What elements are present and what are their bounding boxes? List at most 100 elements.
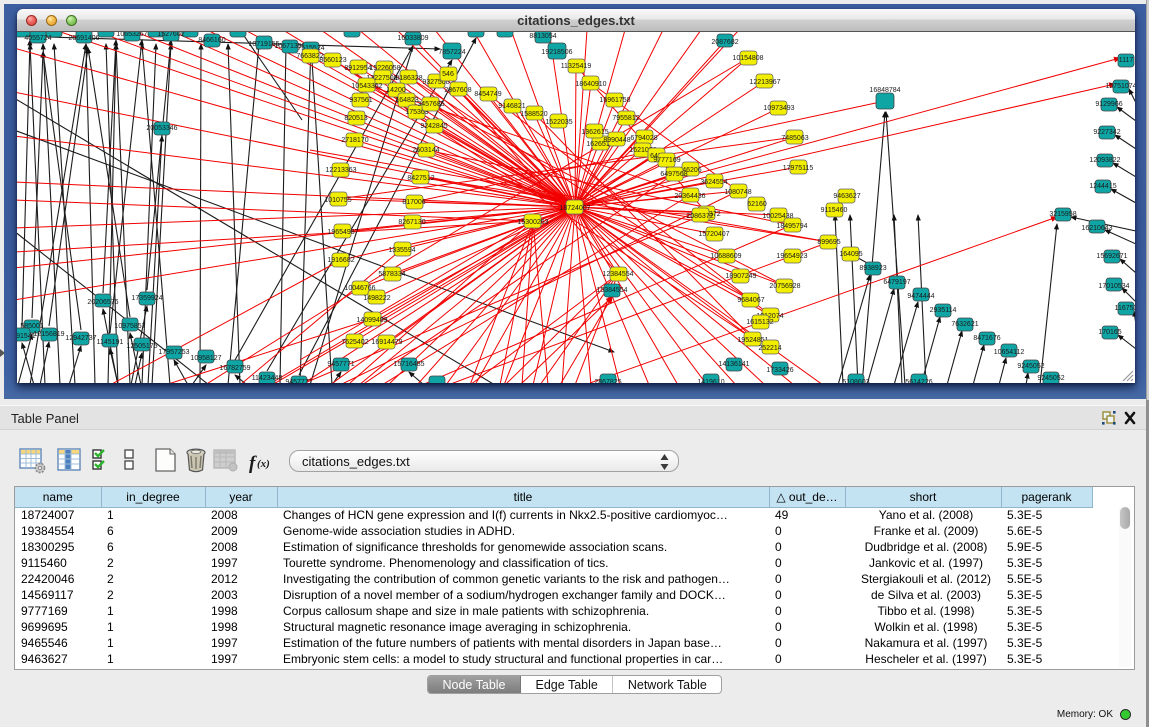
svg-text:8912954: 8912954 <box>344 65 371 72</box>
svg-text:9777169: 9777169 <box>653 157 680 164</box>
svg-text:820513: 820513 <box>344 115 367 122</box>
svg-text:20364436: 20364436 <box>674 193 705 200</box>
svg-text:15751074: 15751074 <box>1105 83 1135 90</box>
svg-text:8990448: 8990448 <box>603 137 630 144</box>
svg-text:15384554: 15384554 <box>596 287 627 294</box>
svg-text:2603144: 2603144 <box>412 147 439 154</box>
svg-text:2867608: 2867608 <box>444 87 471 94</box>
svg-text:1615132: 1615132 <box>746 319 773 326</box>
svg-text:17010534: 17010534 <box>1098 283 1129 290</box>
svg-text:164095: 164095 <box>839 251 862 258</box>
svg-text:17359924: 17359924 <box>131 295 162 302</box>
svg-text:20756928: 20756928 <box>769 283 800 290</box>
svg-text:10688609: 10688609 <box>710 253 741 260</box>
svg-text:14136141: 14136141 <box>718 361 749 368</box>
svg-text:18907249: 18907249 <box>725 273 756 280</box>
svg-text:9115460: 9115460 <box>821 207 848 214</box>
svg-text:2087682: 2087682 <box>711 39 738 46</box>
svg-text:6794028: 6794028 <box>630 135 657 142</box>
svg-text:18495794: 18495794 <box>776 223 807 230</box>
svg-text:18724007: 18724007 <box>559 205 590 212</box>
svg-text:15720407: 15720407 <box>698 231 729 238</box>
svg-text:(x): (x) <box>257 458 270 470</box>
svg-text:20691406: 20691406 <box>68 35 99 42</box>
svg-text:2086372: 2086372 <box>686 213 713 220</box>
svg-text:8660123: 8660123 <box>319 57 346 64</box>
svg-text:9457771: 9457771 <box>285 379 312 383</box>
svg-text:10653267: 10653267 <box>116 32 147 38</box>
svg-text:5878334: 5878334 <box>378 271 405 278</box>
svg-text:1362615: 1362615 <box>581 129 608 136</box>
svg-text:16961758: 16961758 <box>599 97 630 104</box>
svg-text:9146821: 9146821 <box>498 103 525 110</box>
svg-text:1588520: 1588520 <box>520 111 547 118</box>
svg-text:1419610: 1419610 <box>697 379 724 383</box>
svg-text:16914479: 16914479 <box>371 339 402 346</box>
svg-text:19654987: 19654987 <box>327 229 358 236</box>
svg-text:937561: 937561 <box>349 97 372 104</box>
svg-text:9474444: 9474444 <box>907 293 934 300</box>
svg-text:16033809: 16033809 <box>397 35 428 42</box>
svg-text:9463627: 9463627 <box>833 193 860 200</box>
svg-text:6497568: 6497568 <box>660 171 687 178</box>
svg-text:15692671: 15692671 <box>1096 253 1127 260</box>
svg-text:1117: 1117 <box>1119 57 1134 64</box>
svg-text:14099489: 14099489 <box>356 317 387 324</box>
svg-text:9245052: 9245052 <box>1017 363 1044 370</box>
svg-text:12505175: 12505175 <box>126 343 157 350</box>
svg-text:1145191: 1145191 <box>97 339 124 346</box>
svg-text:10543362: 10543362 <box>351 83 382 90</box>
svg-text:7632621: 7632621 <box>951 321 978 328</box>
svg-text:12093822: 12093822 <box>1089 157 1120 164</box>
svg-text:8267130: 8267130 <box>398 219 425 226</box>
svg-text:8466160: 8466160 <box>198 37 225 44</box>
svg-text:2935114: 2935114 <box>930 307 957 314</box>
svg-text:17957253: 17957253 <box>158 349 189 356</box>
svg-text:12384554: 12384554 <box>602 271 633 278</box>
svg-text:10958127: 10958127 <box>190 355 221 362</box>
svg-text:9684067: 9684067 <box>737 297 764 304</box>
svg-text:f: f <box>249 453 257 474</box>
svg-text:1733426: 1733426 <box>766 367 793 374</box>
svg-text:19654923: 19654923 <box>776 253 807 260</box>
svg-text:20206576: 20206576 <box>87 299 118 306</box>
svg-text:817006: 817006 <box>402 199 425 206</box>
svg-text:3624554: 3624554 <box>700 179 727 186</box>
svg-text:8471676: 8471676 <box>973 335 1000 342</box>
svg-text:5614226: 5614226 <box>905 379 932 383</box>
svg-text:9129966: 9129966 <box>1095 101 1122 108</box>
svg-text:1522035: 1522035 <box>545 119 572 126</box>
svg-text:116753: 116753 <box>1115 305 1135 312</box>
svg-text:1498222: 1498222 <box>363 295 390 302</box>
svg-text:16782759: 16782759 <box>219 365 250 372</box>
svg-text:16848784: 16848784 <box>869 87 900 94</box>
svg-text:5108603: 5108603 <box>842 379 869 383</box>
svg-text:1916682: 1916682 <box>327 257 354 264</box>
svg-text:11423448: 11423448 <box>252 375 283 382</box>
svg-text:17975115: 17975115 <box>783 165 814 172</box>
svg-text:3457685: 3457685 <box>417 101 444 108</box>
svg-text:7857224: 7857224 <box>438 49 465 56</box>
svg-text:19218506: 19218506 <box>541 49 572 56</box>
svg-text:18640910: 18640910 <box>575 81 606 88</box>
svg-text:12213967: 12213967 <box>749 79 780 86</box>
svg-text:9227342: 9227342 <box>1093 129 1120 136</box>
svg-text:899695: 899695 <box>817 239 840 246</box>
svg-text:9245052: 9245052 <box>1037 375 1064 382</box>
svg-text:10654112: 10654112 <box>994 349 1025 356</box>
svg-text:170165: 170165 <box>1098 329 1121 336</box>
svg-text:10975857: 10975857 <box>114 323 145 330</box>
svg-text:9457771: 9457771 <box>327 361 354 368</box>
svg-text:10154808: 10154808 <box>732 55 763 62</box>
svg-text:1010755: 1010755 <box>324 197 351 204</box>
svg-text:10973493: 10973493 <box>763 105 794 112</box>
svg-text:1335594: 1335594 <box>388 247 415 254</box>
svg-text:546: 546 <box>442 71 454 78</box>
svg-text:1527602: 1527602 <box>157 32 184 38</box>
svg-text:8938923: 8938923 <box>859 265 886 272</box>
svg-text:2867825: 2867825 <box>594 379 621 383</box>
svg-text:164823: 164823 <box>395 97 418 104</box>
svg-text:12942737: 12942737 <box>65 335 96 342</box>
svg-text:9242845: 9242845 <box>420 123 447 130</box>
svg-text:1080748: 1080748 <box>724 189 751 196</box>
